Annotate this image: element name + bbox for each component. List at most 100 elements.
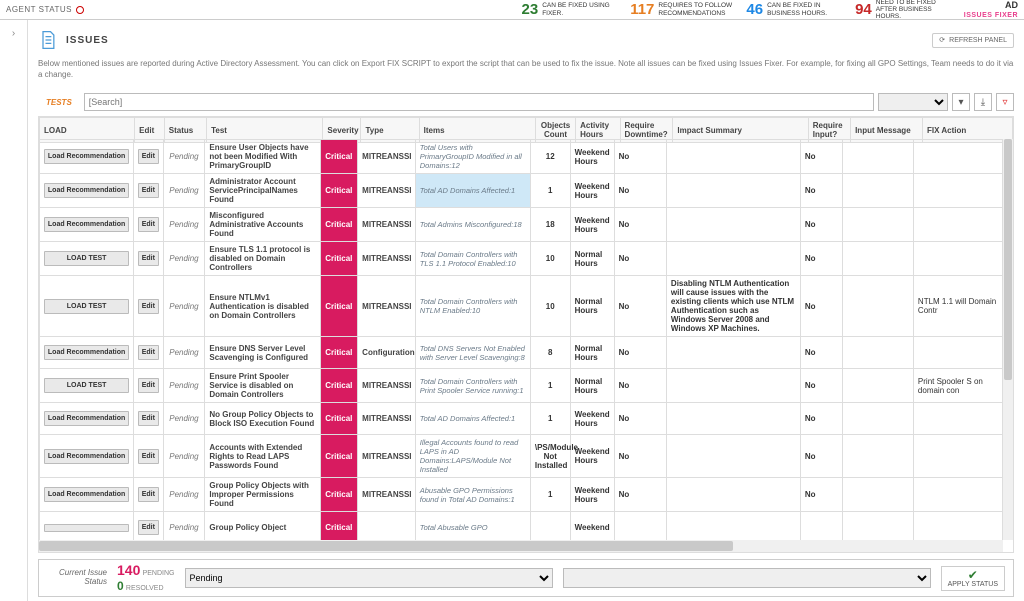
impact-cell [666,337,800,369]
pending-count: 140 [117,562,140,578]
downtime-cell: No [614,337,666,369]
fix-action-cell: Print Spooler S on domain con [913,369,1002,403]
input-msg-cell [842,242,913,276]
load-button[interactable]: Load Recommendation [44,487,129,502]
vertical-scrollbar[interactable] [1003,139,1013,540]
load-button[interactable]: Load Recommendation [44,449,129,464]
load-button[interactable]: Load Recommendation [44,345,129,360]
issues-table-wrap: LOAD Edit Status Test Severity Type Item… [38,116,1014,553]
fix-action-cell [913,478,1002,512]
resolved-count: 0 [117,579,124,593]
impact-cell [666,435,800,478]
load-button[interactable]: LOAD TEST [44,251,129,266]
status-cell: Pending [163,512,205,540]
type-cell: MITREANSSI [358,276,416,337]
status-select-1[interactable]: Pending [185,568,553,588]
funnel-clear-icon: ▿ [1002,97,1007,108]
clear-filter-button[interactable]: ▿ [996,93,1014,111]
filter-select[interactable] [878,93,948,111]
filter-button[interactable]: ▾ [952,93,970,111]
require-input-cell: No [800,208,842,242]
require-input-cell: No [800,174,842,208]
status-select-2[interactable] [563,568,931,588]
current-status-label: Current Issue Status [47,569,107,587]
edit-button[interactable]: Edit [138,251,158,266]
hours-cell: Normal Hours [570,276,614,337]
hours-cell: Normal Hours [570,242,614,276]
edit-button[interactable]: Edit [138,487,158,502]
items-cell: Total AD Domains Affected:1 [415,403,530,435]
impact-cell [666,478,800,512]
search-input[interactable] [84,93,874,111]
require-input-cell: No [800,276,842,337]
fix-action-cell [913,208,1002,242]
apply-status-button[interactable]: ✔ APPLY STATUS [941,566,1005,591]
require-input-cell: No [800,403,842,435]
hours-cell: Normal Hours [570,337,614,369]
require-input-cell [800,512,842,540]
funnel-icon: ▾ [958,97,963,108]
require-input-cell: No [800,337,842,369]
downtime-cell: No [614,242,666,276]
edit-button[interactable]: Edit [138,520,158,535]
table-row: Load RecommendationEditPendingAccounts w… [40,435,1003,478]
load-button[interactable]: Load Recommendation [44,183,129,198]
load-button[interactable] [44,524,129,532]
require-input-cell: No [800,369,842,403]
status-cell: Pending [163,435,205,478]
side-rail[interactable]: › [0,20,28,601]
panel-header: ISSUES ⟳ REFRESH PANEL [34,26,1018,56]
require-input-cell: No [800,140,842,174]
apply-label: APPLY STATUS [948,581,998,588]
metric-value: 46 [746,1,763,18]
metric-fixer: 23 CAN BE FIXED USING FIXER. [522,1,621,18]
edit-button[interactable]: Edit [138,217,158,232]
input-msg-cell [842,174,913,208]
fix-action-cell [913,140,1002,174]
edit-button[interactable]: Edit [138,345,158,360]
fix-action-cell [913,512,1002,540]
type-cell: Configuration [358,337,416,369]
metric-after: 94 NEED TO BE FIXED AFTER BUSINESS HOURS… [855,0,954,20]
hours-cell: Weekend Hours [570,478,614,512]
load-button[interactable]: Load Recommendation [44,149,129,164]
edit-button[interactable]: Edit [138,378,158,393]
edit-button[interactable]: Edit [138,449,158,464]
refresh-panel-button[interactable]: ⟳ REFRESH PANEL [932,33,1014,48]
agent-status-indicator-icon [76,6,84,14]
downtime-cell: No [614,435,666,478]
horizontal-scrollbar[interactable] [39,540,1003,552]
hours-cell: Weekend Hours [570,403,614,435]
input-msg-cell [842,369,913,403]
load-button[interactable]: Load Recommendation [44,217,129,232]
edit-button[interactable]: Edit [138,183,158,198]
edit-button[interactable]: Edit [138,411,158,426]
load-button[interactable]: Load Recommendation [44,411,129,426]
edit-button[interactable]: Edit [138,299,158,314]
severity-cell: Critical [320,337,358,369]
fix-action-cell [913,435,1002,478]
status-cell: Pending [163,242,205,276]
scroll-thumb[interactable] [1004,139,1012,379]
status-cell: Pending [163,403,205,435]
test-cell: No Group Policy Objects to Block ISO Exe… [205,403,320,435]
count-cell: 1 [530,174,570,208]
edit-button[interactable]: Edit [138,149,158,164]
test-cell: Ensure TLS 1.1 protocol is disabled on D… [205,242,320,276]
downtime-cell: No [614,208,666,242]
metric-label: REQUIRES TO FOLLOW RECOMMENDATIONS [658,2,736,16]
count-cell: 1 [530,478,570,512]
count-cell: \PS/Module Not Installed [530,435,570,478]
expand-icon[interactable]: › [12,28,15,601]
count-cell: 18 [530,208,570,242]
load-button[interactable]: LOAD TEST [44,299,129,314]
export-button[interactable]: ⤓ [974,93,992,111]
items-cell: Total Domain Controllers with NTLM Enabl… [415,276,530,337]
table-row: Load RecommendationEditPendingEnsure Use… [40,140,1003,174]
scroll-thumb[interactable] [39,541,733,551]
load-button[interactable]: LOAD TEST [44,378,129,393]
items-cell: Total Domain Controllers with Print Spoo… [415,369,530,403]
footer-bar: Current Issue Status 140 PENDING 0 RESOL… [38,559,1014,597]
test-cell: Ensure NTLMv1 Authentication is disabled… [205,276,320,337]
downtime-cell: No [614,403,666,435]
